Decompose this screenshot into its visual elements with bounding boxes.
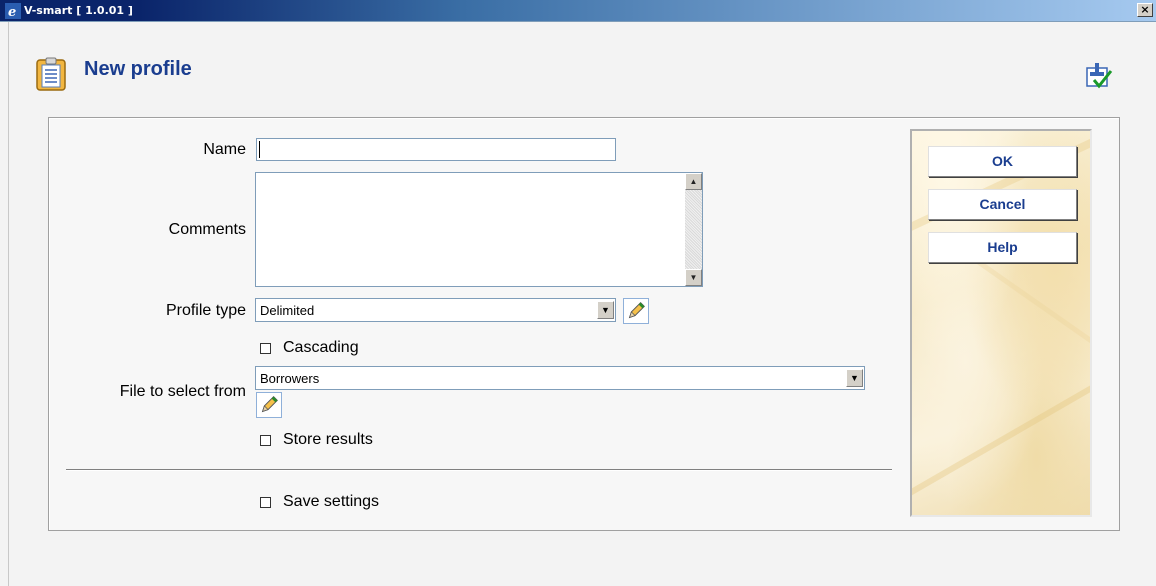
- cascading-checkbox[interactable]: [260, 342, 271, 354]
- save-settings-label: Save settings: [283, 493, 380, 510]
- name-label: Name: [203, 141, 246, 158]
- window-title: V-smart [ 1.0.01 ]: [24, 4, 133, 17]
- cascading-checkbox-row[interactable]: Cascading: [260, 339, 359, 357]
- cascading-label: Cascading: [283, 339, 359, 356]
- chevron-down-icon[interactable]: ▼: [846, 369, 863, 387]
- comments-scrollbar[interactable]: ▲ ▼: [685, 173, 702, 286]
- edit-pencil-icon[interactable]: [256, 392, 282, 418]
- browser-icon: e: [5, 3, 21, 19]
- divider: [66, 469, 892, 471]
- edit-pencil-icon[interactable]: [623, 298, 649, 324]
- help-button[interactable]: Help: [928, 232, 1077, 263]
- scroll-down-icon[interactable]: ▼: [685, 269, 702, 286]
- window-titlebar: e V-smart [ 1.0.01 ] ×: [0, 0, 1156, 22]
- chevron-down-icon[interactable]: ▼: [597, 301, 614, 319]
- store-results-checkbox-row[interactable]: Store results: [260, 431, 373, 449]
- close-button[interactable]: ×: [1137, 3, 1153, 17]
- favorite-checkmark-icon[interactable]: [1084, 62, 1114, 90]
- profile-type-label: Profile type: [165, 302, 246, 319]
- store-results-checkbox[interactable]: [260, 434, 271, 446]
- name-input[interactable]: [256, 138, 616, 161]
- profile-type-select[interactable]: Delimited ▼: [255, 298, 616, 322]
- save-settings-checkbox[interactable]: [260, 496, 271, 508]
- comments-label: Comments: [168, 221, 246, 238]
- profile-type-value: Delimited: [260, 303, 315, 318]
- marble-texture: [968, 254, 1090, 373]
- scroll-up-icon[interactable]: ▲: [685, 173, 702, 190]
- file-value: Borrowers: [260, 371, 320, 386]
- store-results-label: Store results: [283, 431, 373, 448]
- file-label: File to select from: [119, 383, 246, 400]
- marble-texture: [912, 366, 1090, 502]
- window-left-edge: [0, 22, 9, 586]
- comments-textarea[interactable]: ▲ ▼: [255, 172, 703, 287]
- page-title: New profile: [84, 58, 192, 80]
- clipboard-icon: [36, 57, 66, 91]
- text-caret: [259, 141, 260, 158]
- ok-button[interactable]: OK: [928, 146, 1077, 177]
- cancel-button[interactable]: Cancel: [928, 189, 1077, 220]
- save-settings-checkbox-row[interactable]: Save settings: [260, 493, 379, 511]
- file-select[interactable]: Borrowers ▼: [255, 366, 865, 390]
- svg-text:e: e: [8, 5, 16, 19]
- action-panel: [910, 129, 1092, 517]
